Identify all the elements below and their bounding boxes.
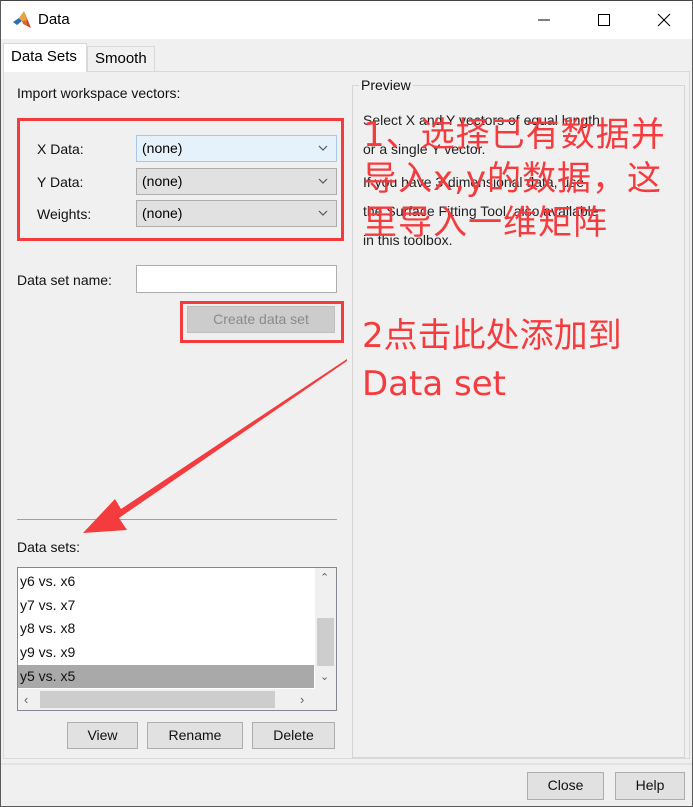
maximize-icon bbox=[598, 14, 610, 26]
vertical-scroll-thumb[interactable] bbox=[317, 618, 334, 666]
scroll-up-icon[interactable]: ⌃ bbox=[320, 571, 329, 584]
delete-button[interactable]: Delete bbox=[252, 722, 335, 749]
scroll-left-icon[interactable]: ‹ bbox=[24, 692, 28, 707]
dataset-name-label: Data set name: bbox=[17, 272, 112, 288]
maximize-button[interactable] bbox=[581, 1, 627, 39]
annotation-note-1-line: 导入x,y的数据，这 bbox=[363, 159, 663, 199]
minimize-icon bbox=[538, 19, 550, 21]
list-item[interactable]: y9 vs. x9 bbox=[18, 641, 314, 664]
list-item[interactable]: y7 vs. x7 bbox=[18, 594, 314, 617]
tab-smooth[interactable]: Smooth bbox=[87, 46, 155, 71]
list-item[interactable]: y6 vs. x6 bbox=[18, 570, 314, 593]
horizontal-scroll-thumb[interactable] bbox=[40, 691, 275, 708]
tab-data-sets[interactable]: Data Sets bbox=[3, 43, 87, 72]
window-title: Data bbox=[38, 11, 70, 28]
close-button[interactable]: Close bbox=[527, 772, 604, 800]
minimize-button[interactable] bbox=[521, 1, 567, 39]
annotation-note-2: 2点击此处添加到 Data set bbox=[362, 312, 622, 408]
annotation-note-1-line: 里导入一维矩阵 bbox=[363, 203, 608, 243]
data-sets-listbox[interactable]: y6 vs. x6 y7 vs. x7 y8 vs. x8 y9 vs. x9 … bbox=[17, 567, 337, 711]
annotation-note-2-line: Data set bbox=[362, 364, 506, 404]
section-divider bbox=[17, 519, 337, 520]
rename-button[interactable]: Rename bbox=[147, 722, 243, 749]
data-dialog-window: Data Data Sets Smooth Import workspace v… bbox=[0, 0, 693, 807]
scroll-down-icon[interactable]: ⌄ bbox=[320, 670, 329, 683]
preview-title: Preview bbox=[359, 77, 413, 93]
title-bar: Data bbox=[1, 1, 692, 39]
view-button[interactable]: View bbox=[67, 722, 138, 749]
scroll-right-icon[interactable]: › bbox=[300, 692, 304, 707]
annotation-note-1-line: 1、选择已有数据并 bbox=[363, 115, 666, 155]
annotation-note-2-line: 2点击此处添加到 bbox=[362, 316, 622, 356]
list-item-selected[interactable]: y5 vs. x5 bbox=[18, 665, 314, 688]
annotation-box-create bbox=[180, 301, 344, 343]
list-item[interactable]: y8 vs. x8 bbox=[18, 617, 314, 640]
close-window-button[interactable] bbox=[641, 1, 687, 39]
help-button[interactable]: Help bbox=[615, 772, 685, 800]
matlab-logo-icon bbox=[13, 11, 31, 28]
data-sets-label: Data sets: bbox=[17, 539, 81, 555]
annotation-note-1: 1、选择已有数据并 导入x,y的数据，这 里导入一维矩阵 bbox=[363, 113, 666, 245]
horizontal-scrollbar[interactable]: ‹ › bbox=[18, 689, 336, 710]
close-icon bbox=[657, 13, 671, 27]
import-section-label: Import workspace vectors: bbox=[17, 85, 181, 101]
vertical-scrollbar[interactable]: ⌃ ⌄ bbox=[315, 568, 336, 689]
dataset-name-input[interactable] bbox=[136, 265, 337, 293]
footer-divider bbox=[1, 763, 692, 765]
annotation-box-import bbox=[17, 118, 344, 241]
